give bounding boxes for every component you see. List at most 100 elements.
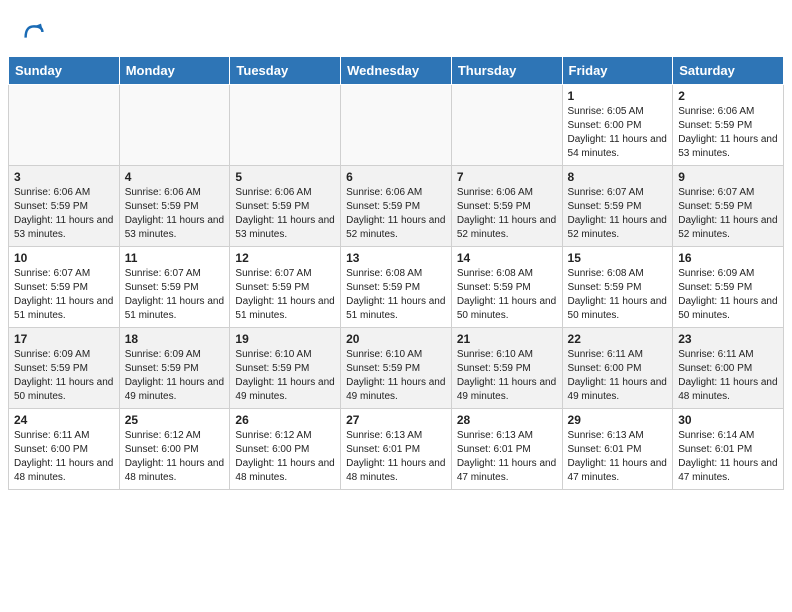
day-info: Sunrise: 6:07 AMSunset: 5:59 PMDaylight:…: [678, 186, 778, 242]
day-info: Sunrise: 6:07 AMSunset: 5:59 PMDaylight:…: [235, 267, 335, 323]
calendar-cell: 4Sunrise: 6:06 AMSunset: 5:59 PMDaylight…: [119, 166, 230, 247]
calendar-cell: [341, 85, 452, 166]
calendar-cell: 24Sunrise: 6:11 AMSunset: 6:00 PMDayligh…: [9, 409, 120, 490]
day-number: 13: [346, 251, 446, 265]
day-number: 2: [678, 89, 778, 103]
day-number: 30: [678, 413, 778, 427]
day-number: 25: [125, 413, 225, 427]
day-info: Sunrise: 6:07 AMSunset: 5:59 PMDaylight:…: [125, 267, 225, 323]
weekday-header-tuesday: Tuesday: [230, 57, 341, 85]
day-info: Sunrise: 6:11 AMSunset: 6:00 PMDaylight:…: [14, 429, 114, 485]
calendar-cell: 15 Sunrise: 6:08 AMSunset: 5:59 PMDayligh…: [562, 247, 673, 328]
day-info: Sunrise: 6:09 AMSunset: 5:59 PMDaylight:…: [125, 348, 225, 404]
day-number: 29: [568, 413, 668, 427]
calendar-table: SundayMondayTuesdayWednesdayThursdayFrid…: [8, 56, 784, 490]
calendar-cell: 11 Sunrise: 6:07 AMSunset: 5:59 PMDayligh…: [119, 247, 230, 328]
day-number: 10: [14, 251, 114, 265]
calendar-week-2: 3 Sunrise: 6:06 AMSunset: 5:59 PMDaylight…: [9, 166, 784, 247]
calendar-cell: 5 Sunrise: 6:06 AMSunset: 5:59 PMDaylight…: [230, 166, 341, 247]
day-info: Sunrise: 6:07 AMSunset: 5:59 PMDaylight:…: [14, 267, 114, 323]
calendar-cell: 19 Sunrise: 6:10 AMSunset: 5:59 PMDayligh…: [230, 328, 341, 409]
day-info: Sunrise: 6:06 AMSunset: 5:59 PMDaylight:…: [457, 186, 557, 242]
day-number: 19: [235, 332, 335, 346]
day-info: Sunrise: 6:06 AMSunset: 5:59 PMDaylight:…: [235, 186, 335, 242]
weekday-header-monday: Monday: [119, 57, 230, 85]
calendar-cell: [119, 85, 230, 166]
day-info: Sunrise: 6:06 AMSunset: 5:59 PMDaylight:…: [346, 186, 446, 242]
calendar-cell: 6 Sunrise: 6:06 AMSunset: 5:59 PMDaylight…: [341, 166, 452, 247]
day-number: 6: [346, 170, 446, 184]
calendar-cell: 7Sunrise: 6:06 AMSunset: 5:59 PMDaylight…: [451, 166, 562, 247]
day-number: 23: [678, 332, 778, 346]
day-info: Sunrise: 6:10 AMSunset: 5:59 PMDaylight:…: [235, 348, 335, 404]
weekday-header-saturday: Saturday: [673, 57, 784, 85]
day-info: Sunrise: 6:13 AMSunset: 6:01 PMDaylight:…: [346, 429, 446, 485]
day-info: Sunrise: 6:10 AMSunset: 5:59 PMDaylight:…: [346, 348, 446, 404]
day-info: Sunrise: 6:08 AMSunset: 5:59 PMDaylight:…: [568, 267, 668, 323]
day-number: 9: [678, 170, 778, 184]
day-info: Sunrise: 6:12 AMSunset: 6:00 PMDaylight:…: [125, 429, 225, 485]
day-number: 8: [568, 170, 668, 184]
day-number: 5: [235, 170, 335, 184]
day-info: Sunrise: 6:13 AMSunset: 6:01 PMDaylight:…: [568, 429, 668, 485]
calendar-cell: 30 Sunrise: 6:14 AMSunset: 6:01 PMDayligh…: [673, 409, 784, 490]
calendar-header-row: SundayMondayTuesdayWednesdayThursdayFrid…: [9, 57, 784, 85]
calendar-cell: [451, 85, 562, 166]
calendar-cell: 3Sunrise: 6:06 AMSunset: 5:59 PMDaylight…: [9, 166, 120, 247]
calendar-cell: 1Sunrise: 6:05 AMSunset: 6:00 PMDaylight…: [562, 85, 673, 166]
calendar-cell: 17Sunrise: 6:09 AMSunset: 5:59 PMDayligh…: [9, 328, 120, 409]
day-info: Sunrise: 6:10 AMSunset: 5:59 PMDaylight:…: [457, 348, 557, 404]
calendar-week-5: 24Sunrise: 6:11 AMSunset: 6:00 PMDayligh…: [9, 409, 784, 490]
calendar-cell: 10 Sunrise: 6:07 AMSunset: 5:59 PMDayligh…: [9, 247, 120, 328]
day-number: 12: [235, 251, 335, 265]
day-info: Sunrise: 6:05 AMSunset: 6:00 PMDaylight:…: [568, 105, 668, 161]
day-number: 17: [14, 332, 114, 346]
day-info: Sunrise: 6:11 AMSunset: 6:00 PMDaylight:…: [568, 348, 668, 404]
day-info: Sunrise: 6:07 AMSunset: 5:59 PMDaylight:…: [568, 186, 668, 242]
calendar-wrapper: SundayMondayTuesdayWednesdayThursdayFrid…: [0, 56, 792, 498]
weekday-header-sunday: Sunday: [9, 57, 120, 85]
logo-icon: [20, 18, 48, 46]
calendar-cell: 26Sunrise: 6:12 AMSunset: 6:00 PMDayligh…: [230, 409, 341, 490]
calendar-cell: 21 Sunrise: 6:10 AMSunset: 5:59 PMDayligh…: [451, 328, 562, 409]
day-number: 26: [235, 413, 335, 427]
calendar-cell: 13 Sunrise: 6:08 AMSunset: 5:59 PMDayligh…: [341, 247, 452, 328]
day-info: Sunrise: 6:08 AMSunset: 5:59 PMDaylight:…: [346, 267, 446, 323]
weekday-header-thursday: Thursday: [451, 57, 562, 85]
calendar-cell: [230, 85, 341, 166]
calendar-cell: 18 Sunrise: 6:09 AMSunset: 5:59 PMDayligh…: [119, 328, 230, 409]
day-info: Sunrise: 6:11 AMSunset: 6:00 PMDaylight:…: [678, 348, 778, 404]
day-number: 18: [125, 332, 225, 346]
weekday-header-wednesday: Wednesday: [341, 57, 452, 85]
calendar-week-4: 17 Sunrise: 6:09 AMSunset: 5:59 PMDayligh…: [9, 328, 784, 409]
page-header: [0, 0, 792, 56]
day-info: Sunrise: 6:14 AMSunset: 6:01 PMDaylight:…: [678, 429, 778, 485]
calendar-cell: 29 Sunrise: 6:13 AMSunset: 6:01 PMDayligh…: [562, 409, 673, 490]
calendar-cell: [9, 85, 120, 166]
day-info: Sunrise: 6:09 AMSunset: 5:59 PMDaylight:…: [678, 267, 778, 323]
calendar-week-3: 10 Sunrise: 6:07 AMSunset: 5:59 PMDayligh…: [9, 247, 784, 328]
day-info: Sunrise: 6:06 AMSunset: 5:59 PMDaylight:…: [125, 186, 225, 242]
day-info: Sunrise: 6:08 AMSunset: 5:59 PMDaylight:…: [457, 267, 557, 323]
day-number: 3: [14, 170, 114, 184]
day-number: 21: [457, 332, 557, 346]
calendar-cell: 9 Sunrise: 6:07 AMSunset: 5:59 PMDaylight…: [673, 166, 784, 247]
calendar-cell: 16Sunrise: 6:09 AMSunset: 5:59 PMDayligh…: [673, 247, 784, 328]
calendar-cell: 2 Sunrise: 6:06 AMSunset: 5:59 PMDaylight…: [673, 85, 784, 166]
day-number: 11: [125, 251, 225, 265]
calendar-cell: 27 Sunrise: 6:13 AMSunset: 6:01 PMDayligh…: [341, 409, 452, 490]
logo: [20, 18, 52, 46]
calendar-cell: 25 Sunrise: 6:12 AMSunset: 6:00 PMDayligh…: [119, 409, 230, 490]
calendar-cell: 20Sunrise: 6:10 AMSunset: 5:59 PMDayligh…: [341, 328, 452, 409]
weekday-header-friday: Friday: [562, 57, 673, 85]
calendar-cell: 23 Sunrise: 6:11 AMSunset: 6:00 PMDayligh…: [673, 328, 784, 409]
calendar-cell: 8 Sunrise: 6:07 AMSunset: 5:59 PMDaylight…: [562, 166, 673, 247]
calendar-cell: 12 Sunrise: 6:07 AMSunset: 5:59 PMDayligh…: [230, 247, 341, 328]
day-number: 14: [457, 251, 557, 265]
day-number: 15: [568, 251, 668, 265]
calendar-cell: 22Sunrise: 6:11 AMSunset: 6:00 PMDayligh…: [562, 328, 673, 409]
calendar-week-1: 1Sunrise: 6:05 AMSunset: 6:00 PMDaylight…: [9, 85, 784, 166]
day-info: Sunrise: 6:06 AMSunset: 5:59 PMDaylight:…: [678, 105, 778, 161]
calendar-cell: 28Sunrise: 6:13 AMSunset: 6:01 PMDayligh…: [451, 409, 562, 490]
day-number: 27: [346, 413, 446, 427]
